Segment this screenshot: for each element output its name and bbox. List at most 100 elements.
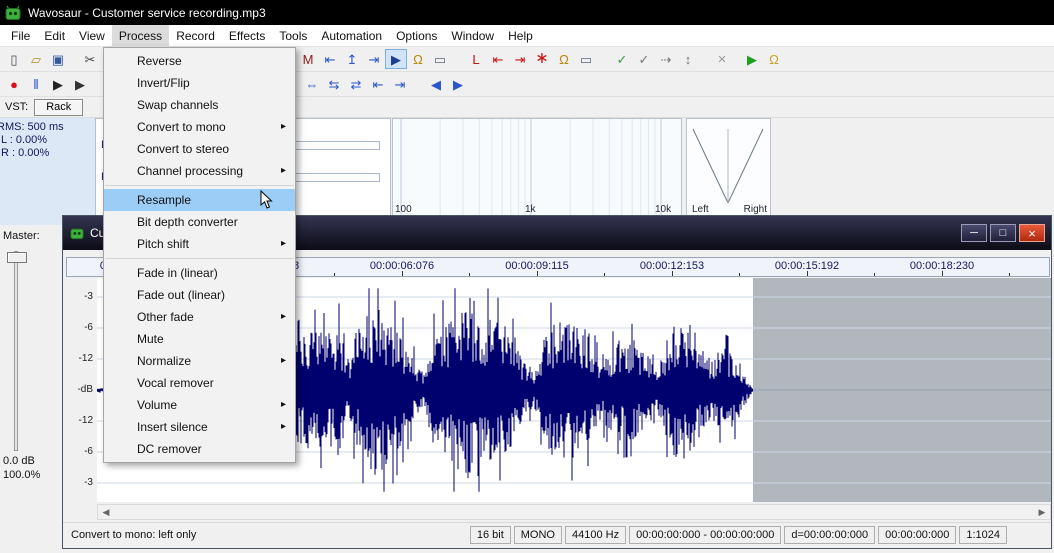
title-bar: Wavosaur - Customer service recording.mp… [0, 0, 1054, 25]
master-gain-db: 0.0 dB [3, 455, 35, 467]
process-menu-item-other-fade[interactable]: Other fade▸ [104, 306, 295, 328]
toolbar-separator [69, 49, 79, 69]
master-volume-slider[interactable] [14, 251, 18, 451]
menu-help[interactable]: Help [501, 25, 540, 46]
menu-window[interactable]: Window [444, 25, 501, 46]
process-menu-item-convert-to-stereo[interactable]: Convert to stereo [104, 138, 295, 160]
next-marker-icon[interactable]: ⇥ [363, 49, 385, 69]
snap-icon[interactable]: ✓ [633, 49, 655, 69]
menu-bar: FileEditViewProcessRecordEffectsToolsAut… [0, 25, 1054, 47]
play-marked-region-icon[interactable]: ▶ [385, 49, 407, 69]
minimize-button[interactable]: ─ [961, 224, 987, 242]
menu-file[interactable]: File [4, 25, 37, 46]
master-label: Master: [0, 225, 62, 242]
menu-effects[interactable]: Effects [222, 25, 272, 46]
pause-icon[interactable]: ‖ [25, 74, 47, 94]
zoom-left-icon[interactable]: ⇤ [367, 74, 389, 94]
status-selection-range: 00:00:00:000 - 00:00:00:000 [629, 526, 781, 544]
marker-icon[interactable]: M [297, 49, 319, 69]
open-file-icon[interactable]: ▱ [25, 49, 47, 69]
play-from-cursor-icon[interactable]: ▶ [47, 74, 69, 94]
process-menu-item-fade-in-linear-[interactable]: Fade in (linear) [104, 262, 295, 284]
process-menu-item-convert-to-mono[interactable]: Convert to mono▸ [104, 116, 295, 138]
process-menu-item-invert-flip[interactable]: Invert/Flip [104, 72, 295, 94]
db-scale-label: -dB [65, 384, 93, 395]
close-button[interactable]: × [1019, 224, 1045, 242]
bypass-vst-icon[interactable]: Ω [763, 49, 785, 69]
status-hint: Convert to mono: left only [71, 529, 196, 541]
zoom-in-icon[interactable]: ⇆ [323, 74, 345, 94]
zoom-all-icon[interactable]: ⇔ [301, 74, 323, 94]
frequency-tick-label: 1k [525, 204, 536, 215]
loop-end-icon[interactable]: ⇥ [509, 49, 531, 69]
frequency-tick-label: 100 [395, 204, 412, 215]
loop-all-icon[interactable]: ∗ [531, 49, 553, 69]
delete-markers-icon[interactable]: ▭ [429, 49, 451, 69]
remove-effect-icon[interactable]: × [711, 49, 733, 69]
vst-label: VST: [5, 101, 28, 113]
record-icon[interactable]: ● [3, 74, 25, 94]
process-menu-item-swap-channels[interactable]: Swap channels [104, 94, 295, 116]
process-menu-item-dc-remover[interactable]: DC remover [104, 438, 295, 460]
frequency-tick-label: 10k [655, 204, 671, 215]
ruler-tick [672, 271, 673, 276]
process-menu-item-channel-processing[interactable]: Channel processing▸ [104, 160, 295, 182]
db-scale-label: -12 [65, 415, 93, 426]
process-vst-icon[interactable]: ▶ [741, 49, 763, 69]
lock-loop-icon[interactable]: Ω [553, 49, 575, 69]
rms-left-value: L : 0.00% [1, 134, 95, 147]
cut-icon[interactable]: ✂ [79, 49, 101, 69]
ruler-tick [942, 271, 943, 276]
status-selection-duration: d=00:00:00:000 [784, 526, 875, 544]
insert-marker-icon[interactable]: ↥ [341, 49, 363, 69]
menu-item-label: DC remover [137, 442, 202, 456]
menu-item-label: Volume [137, 398, 177, 412]
loop-start-icon[interactable]: ⇤ [487, 49, 509, 69]
scroll-left-icon[interactable]: ◀ [98, 507, 114, 518]
maximize-button[interactable]: □ [990, 224, 1016, 242]
play-icon[interactable]: ▶ [69, 74, 91, 94]
vertical-zoom-icon[interactable]: ↕ [677, 49, 699, 69]
menu-automation[interactable]: Automation [314, 25, 389, 46]
snap-zero-crossing-icon[interactable]: ✓ [611, 49, 633, 69]
menu-process[interactable]: Process [112, 25, 169, 46]
master-panel: Master: 0.0 dB 100.0% [0, 225, 62, 553]
ruler-minor-tick [1009, 273, 1010, 276]
menu-record[interactable]: Record [169, 25, 222, 46]
delete-loop-icon[interactable]: ▭ [575, 49, 597, 69]
auto-crossfade-icon[interactable]: ⇢ [655, 49, 677, 69]
scroll-right-icon[interactable]: ▶ [1034, 507, 1050, 518]
loop-icon[interactable]: L [465, 49, 487, 69]
zoom-right-icon[interactable]: ⇥ [389, 74, 411, 94]
process-menu-item-pitch-shift[interactable]: Pitch shift▸ [104, 233, 295, 255]
next-view-icon[interactable]: ▶ [447, 74, 469, 94]
vst-rack-button[interactable]: Rack [34, 99, 83, 116]
process-menu-item-vocal-remover[interactable]: Vocal remover [104, 372, 295, 394]
horizontal-scrollbar[interactable]: ◀ ▶ [97, 504, 1051, 520]
master-slider-thumb[interactable] [7, 252, 27, 263]
process-menu: ReverseInvert/FlipSwap channelsConvert t… [103, 47, 296, 463]
process-menu-item-mute[interactable]: Mute [104, 328, 295, 350]
previous-marker-icon[interactable]: ⇤ [319, 49, 341, 69]
process-menu-item-volume[interactable]: Volume▸ [104, 394, 295, 416]
process-menu-item-insert-silence[interactable]: Insert silence▸ [104, 416, 295, 438]
status-fields: 16 bitMONO44100 Hz00:00:00:000 - 00:00:0… [470, 526, 1007, 544]
process-menu-item-reverse[interactable]: Reverse [104, 50, 295, 72]
process-menu-item-normalize[interactable]: Normalize▸ [104, 350, 295, 372]
menu-edit[interactable]: Edit [37, 25, 72, 46]
zoom-out-icon[interactable]: ⇄ [345, 74, 367, 94]
save-icon[interactable]: ▣ [47, 49, 69, 69]
previous-view-icon[interactable]: ◀ [425, 74, 447, 94]
process-menu-item-fade-out-linear-[interactable]: Fade out (linear) [104, 284, 295, 306]
menu-item-label: Insert silence [137, 420, 208, 434]
menu-tools[interactable]: Tools [272, 25, 314, 46]
process-menu-item-bit-depth-converter[interactable]: Bit depth converter [104, 211, 295, 233]
menu-view[interactable]: View [72, 25, 112, 46]
goniometer-left-label: Left [692, 204, 709, 215]
new-file-icon[interactable]: ▯ [3, 49, 25, 69]
db-scale-label: -3 [65, 477, 93, 488]
window-title: Wavosaur - Customer service recording.mp… [28, 6, 266, 20]
lock-markers-icon[interactable]: Ω [407, 49, 429, 69]
menu-item-label: Convert to mono [137, 120, 226, 134]
menu-options[interactable]: Options [389, 25, 444, 46]
